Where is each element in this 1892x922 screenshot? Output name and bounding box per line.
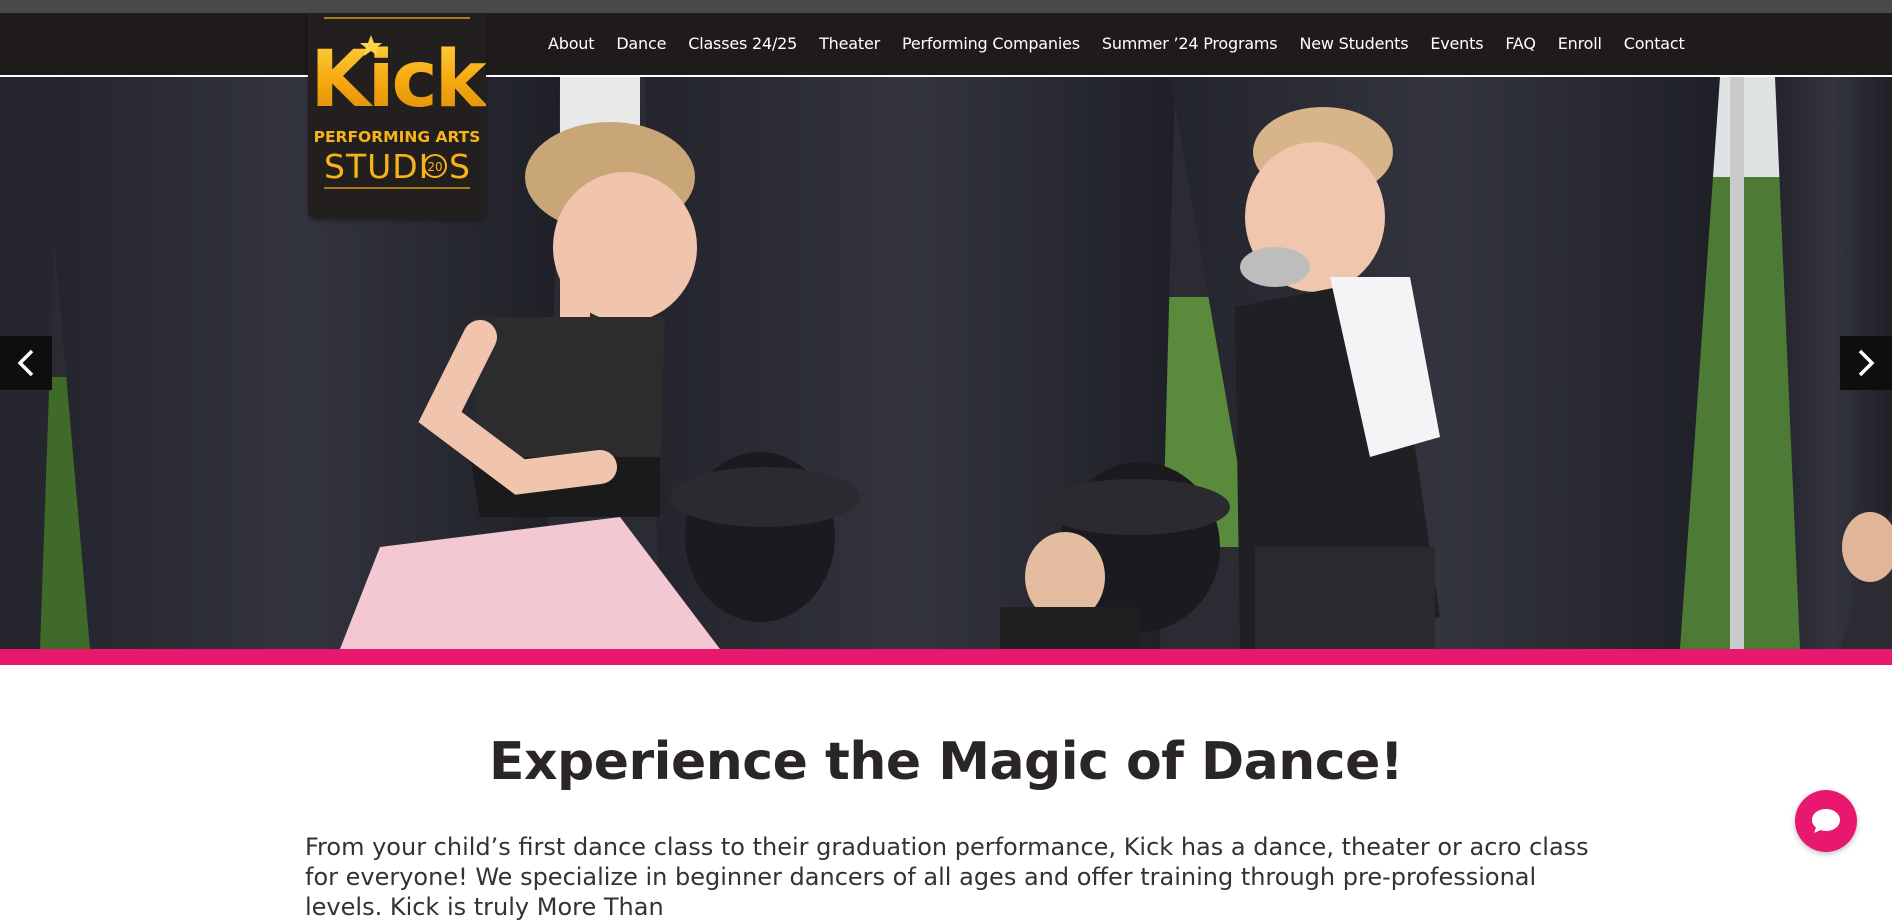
site-logo[interactable]: Kick PERFORMING ARTS STUDI 20 S bbox=[308, 13, 492, 219]
nav-summer-programs[interactable]: Summer ’24 Programs bbox=[1091, 34, 1289, 53]
top-strip bbox=[0, 0, 1892, 13]
nav-contact[interactable]: Contact bbox=[1613, 34, 1696, 53]
logo-badge-number: 20 bbox=[427, 160, 442, 174]
logo-tagline: PERFORMING ARTS bbox=[314, 128, 481, 146]
accent-divider bbox=[0, 649, 1892, 665]
nav-classes[interactable]: Classes 24/25 bbox=[677, 34, 808, 53]
nav-dance[interactable]: Dance bbox=[605, 34, 677, 53]
hero-slider bbox=[0, 77, 1892, 649]
logo-studios-text: STUDI bbox=[324, 147, 429, 186]
logo-word: Kick bbox=[310, 35, 486, 125]
chevron-right-icon bbox=[1858, 349, 1875, 377]
nav-performing-companies[interactable]: Performing Companies bbox=[891, 34, 1091, 53]
nav-faq[interactable]: FAQ bbox=[1494, 34, 1546, 53]
main-navigation: About Dance Classes 24/25 Theater Perfor… bbox=[0, 13, 1892, 77]
nav-enroll[interactable]: Enroll bbox=[1547, 34, 1613, 53]
nav-theater[interactable]: Theater bbox=[808, 34, 891, 53]
logo-studios-end: S bbox=[449, 147, 470, 186]
slider-prev-button[interactable] bbox=[0, 336, 52, 390]
hero-image bbox=[0, 77, 1892, 649]
intro-paragraph: From your child’s first dance class to t… bbox=[305, 833, 1589, 921]
chevron-left-icon bbox=[17, 349, 34, 377]
chat-bubble-icon bbox=[1812, 809, 1840, 833]
nav-new-students[interactable]: New Students bbox=[1288, 34, 1419, 53]
nav-about[interactable]: About bbox=[537, 34, 605, 53]
chat-button[interactable] bbox=[1795, 790, 1857, 852]
logo-graphic: Kick PERFORMING ARTS STUDI 20 S bbox=[310, 17, 492, 189]
nav-menu: About Dance Classes 24/25 Theater Perfor… bbox=[537, 13, 1696, 73]
nav-events[interactable]: Events bbox=[1419, 34, 1494, 53]
page-headline: Experience the Magic of Dance! bbox=[488, 732, 1404, 792]
slider-next-button[interactable] bbox=[1840, 336, 1892, 390]
